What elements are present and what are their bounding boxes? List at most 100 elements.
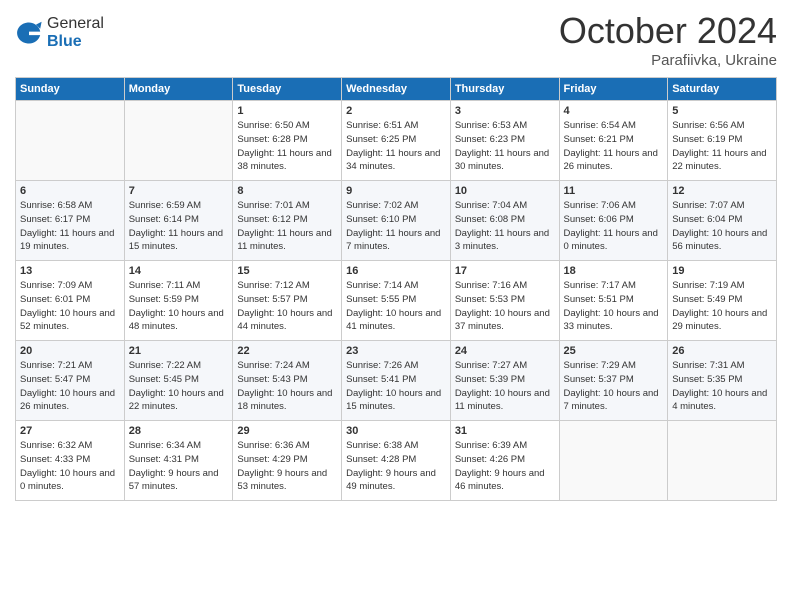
day-cell: 9 Sunrise: 7:02 AMSunset: 6:10 PMDaylight… [342, 181, 451, 261]
day-detail: Sunrise: 6:39 AMSunset: 4:26 PMDaylight:… [455, 439, 555, 494]
day-number: 19 [672, 265, 772, 277]
day-cell: 31 Sunrise: 6:39 AMSunset: 4:26 PMDayligh… [450, 421, 559, 501]
day-number: 24 [455, 345, 555, 357]
day-cell: 12 Sunrise: 7:07 AMSunset: 6:04 PMDayligh… [668, 181, 777, 261]
day-detail: Sunrise: 6:56 AMSunset: 6:19 PMDaylight:… [672, 119, 772, 174]
day-detail: Sunrise: 7:09 AMSunset: 6:01 PMDaylight:… [20, 279, 120, 334]
day-cell [16, 101, 125, 181]
day-number: 8 [237, 185, 337, 197]
day-detail: Sunrise: 7:11 AMSunset: 5:59 PMDaylight:… [129, 279, 229, 334]
day-cell: 16 Sunrise: 7:14 AMSunset: 5:55 PMDayligh… [342, 261, 451, 341]
week-row-5: 27 Sunrise: 6:32 AMSunset: 4:33 PMDayligh… [16, 421, 777, 501]
week-row-2: 6 Sunrise: 6:58 AMSunset: 6:17 PMDaylight… [16, 181, 777, 261]
day-cell: 22Sunrise: 7:24 AMSunset: 5:43 PMDayligh… [233, 341, 342, 421]
day-detail: Sunrise: 6:59 AMSunset: 6:14 PMDaylight:… [129, 199, 229, 254]
page-container: General Blue October 2024 Parafiivka, Uk… [0, 0, 792, 506]
day-detail: Sunrise: 7:16 AMSunset: 5:53 PMDaylight:… [455, 279, 555, 334]
day-number: 27 [20, 425, 120, 437]
day-cell: 4 Sunrise: 6:54 AMSunset: 6:21 PMDaylight… [559, 101, 668, 181]
day-number: 4 [564, 105, 664, 117]
day-detail: Sunrise: 6:53 AMSunset: 6:23 PMDaylight:… [455, 119, 555, 174]
day-cell: 29 Sunrise: 6:36 AMSunset: 4:29 PMDayligh… [233, 421, 342, 501]
day-cell: 2Sunrise: 6:51 AMSunset: 6:25 PMDaylight… [342, 101, 451, 181]
day-number: 25 [564, 345, 664, 357]
day-detail: Sunrise: 6:36 AMSunset: 4:29 PMDaylight:… [237, 439, 337, 494]
day-number: 21 [129, 345, 229, 357]
day-detail: Sunrise: 6:58 AMSunset: 6:17 PMDaylight:… [20, 199, 120, 254]
day-cell: 7 Sunrise: 6:59 AMSunset: 6:14 PMDaylight… [124, 181, 233, 261]
day-detail: Sunrise: 7:31 AMSunset: 5:35 PMDaylight:… [672, 359, 772, 414]
day-cell: 6 Sunrise: 6:58 AMSunset: 6:17 PMDaylight… [16, 181, 125, 261]
day-cell: 3 Sunrise: 6:53 AMSunset: 6:23 PMDaylight… [450, 101, 559, 181]
day-detail: Sunrise: 6:50 AMSunset: 6:28 PMDaylight:… [237, 119, 337, 174]
day-cell: 14 Sunrise: 7:11 AMSunset: 5:59 PMDayligh… [124, 261, 233, 341]
day-cell: 24 Sunrise: 7:27 AMSunset: 5:39 PMDayligh… [450, 341, 559, 421]
col-wednesday: Wednesday [342, 78, 451, 101]
day-cell: 10 Sunrise: 7:04 AMSunset: 6:08 PMDayligh… [450, 181, 559, 261]
day-cell: 19Sunrise: 7:19 AMSunset: 5:49 PMDayligh… [668, 261, 777, 341]
col-sunday: Sunday [16, 78, 125, 101]
day-number: 12 [672, 185, 772, 197]
day-cell: 8Sunrise: 7:01 AMSunset: 6:12 PMDaylight… [233, 181, 342, 261]
day-number: 16 [346, 265, 446, 277]
day-number: 26 [672, 345, 772, 357]
day-detail: Sunrise: 6:32 AMSunset: 4:33 PMDaylight:… [20, 439, 120, 494]
day-cell: 30 Sunrise: 6:38 AMSunset: 4:28 PMDayligh… [342, 421, 451, 501]
day-cell: 28 Sunrise: 6:34 AMSunset: 4:31 PMDayligh… [124, 421, 233, 501]
day-number: 5 [672, 105, 772, 117]
day-detail: Sunrise: 7:24 AMSunset: 5:43 PMDaylight:… [237, 359, 337, 414]
day-cell [124, 101, 233, 181]
day-detail: Sunrise: 6:34 AMSunset: 4:31 PMDaylight:… [129, 439, 229, 494]
day-number: 30 [346, 425, 446, 437]
day-number: 13 [20, 265, 120, 277]
day-cell: 26 Sunrise: 7:31 AMSunset: 5:35 PMDayligh… [668, 341, 777, 421]
day-number: 28 [129, 425, 229, 437]
day-detail: Sunrise: 7:26 AMSunset: 5:41 PMDaylight:… [346, 359, 446, 414]
day-number: 1 [237, 105, 337, 117]
day-number: 15 [237, 265, 337, 277]
day-number: 20 [20, 345, 120, 357]
day-cell: 23 Sunrise: 7:26 AMSunset: 5:41 PMDayligh… [342, 341, 451, 421]
week-row-4: 20 Sunrise: 7:21 AMSunset: 5:47 PMDayligh… [16, 341, 777, 421]
day-detail: Sunrise: 7:07 AMSunset: 6:04 PMDaylight:… [672, 199, 772, 254]
day-cell: 17 Sunrise: 7:16 AMSunset: 5:53 PMDayligh… [450, 261, 559, 341]
day-detail: Sunrise: 7:17 AMSunset: 5:51 PMDaylight:… [564, 279, 664, 334]
page-header: General Blue October 2024 Parafiivka, Uk… [15, 10, 777, 69]
day-number: 9 [346, 185, 446, 197]
day-cell: 13 Sunrise: 7:09 AMSunset: 6:01 PMDayligh… [16, 261, 125, 341]
location: Parafiivka, Ukraine [559, 52, 777, 69]
day-cell: 11Sunrise: 7:06 AMSunset: 6:06 PMDayligh… [559, 181, 668, 261]
day-number: 10 [455, 185, 555, 197]
day-number: 3 [455, 105, 555, 117]
col-friday: Friday [559, 78, 668, 101]
day-cell: 1 Sunrise: 6:50 AMSunset: 6:28 PMDaylight… [233, 101, 342, 181]
day-number: 23 [346, 345, 446, 357]
week-row-1: 1 Sunrise: 6:50 AMSunset: 6:28 PMDaylight… [16, 101, 777, 181]
day-detail: Sunrise: 6:54 AMSunset: 6:21 PMDaylight:… [564, 119, 664, 174]
day-number: 2 [346, 105, 446, 117]
day-detail: Sunrise: 7:21 AMSunset: 5:47 PMDaylight:… [20, 359, 120, 414]
day-number: 7 [129, 185, 229, 197]
header-row: Sunday Monday Tuesday Wednesday Thursday… [16, 78, 777, 101]
day-detail: Sunrise: 7:04 AMSunset: 6:08 PMDaylight:… [455, 199, 555, 254]
day-detail: Sunrise: 7:27 AMSunset: 5:39 PMDaylight:… [455, 359, 555, 414]
day-number: 29 [237, 425, 337, 437]
day-number: 31 [455, 425, 555, 437]
title-block: October 2024 Parafiivka, Ukraine [559, 10, 777, 69]
day-number: 14 [129, 265, 229, 277]
day-cell: 5 Sunrise: 6:56 AMSunset: 6:19 PMDaylight… [668, 101, 777, 181]
col-saturday: Saturday [668, 78, 777, 101]
day-detail: Sunrise: 7:02 AMSunset: 6:10 PMDaylight:… [346, 199, 446, 254]
logo-icon [15, 19, 43, 47]
week-row-3: 13 Sunrise: 7:09 AMSunset: 6:01 PMDayligh… [16, 261, 777, 341]
day-number: 6 [20, 185, 120, 197]
day-detail: Sunrise: 6:38 AMSunset: 4:28 PMDaylight:… [346, 439, 446, 494]
col-tuesday: Tuesday [233, 78, 342, 101]
day-detail: Sunrise: 7:22 AMSunset: 5:45 PMDaylight:… [129, 359, 229, 414]
col-monday: Monday [124, 78, 233, 101]
day-number: 17 [455, 265, 555, 277]
day-detail: Sunrise: 7:29 AMSunset: 5:37 PMDaylight:… [564, 359, 664, 414]
day-cell [668, 421, 777, 501]
day-number: 18 [564, 265, 664, 277]
day-detail: Sunrise: 7:14 AMSunset: 5:55 PMDaylight:… [346, 279, 446, 334]
